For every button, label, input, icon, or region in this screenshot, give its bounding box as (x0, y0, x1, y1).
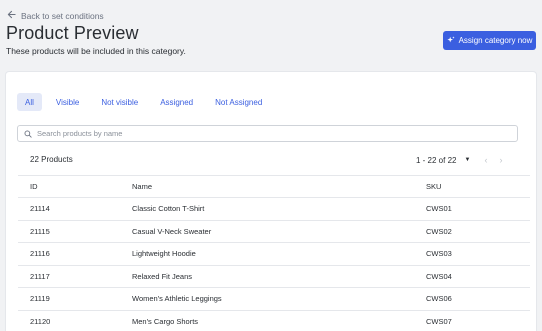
column-header-sku[interactable]: SKU (407, 175, 530, 198)
table-row[interactable]: 21119 Women's Athletic Leggings CWS06 (18, 287, 530, 311)
search-box (17, 125, 518, 142)
assign-category-button-label: Assign category now (458, 36, 533, 45)
cell-id: 21117 (18, 265, 114, 288)
page-subtitle: These products will be included in this … (6, 46, 186, 56)
products-table: ID Name SKU 21114 Classic Cotton T-Shirt… (18, 175, 530, 331)
back-to-set-conditions-link[interactable]: Back to set conditions (7, 10, 104, 21)
column-header-name[interactable]: Name (114, 175, 407, 198)
cell-sku: CWS07 (407, 310, 530, 331)
pagination: 1 - 22 of 22 ▼ ‹ › (416, 155, 502, 165)
page-range-select[interactable]: 1 - 22 of 22 (416, 156, 456, 165)
table-header-row: ID Name SKU (18, 175, 530, 198)
search-input[interactable] (37, 126, 517, 141)
tab-not-assigned[interactable]: Not Assigned (207, 93, 270, 111)
sparkle-icon (446, 35, 455, 46)
cell-id: 21114 (18, 197, 114, 221)
product-list-card: All Visible Not visible Assigned Not Ass… (6, 72, 536, 331)
cell-name: Casual V-Neck Sweater (114, 220, 407, 243)
table-row[interactable]: 21116 Lightweight Hoodie CWS03 (18, 242, 530, 266)
cell-name: Classic Cotton T-Shirt (114, 197, 407, 221)
chevron-right-icon[interactable]: › (499, 155, 502, 165)
tab-assigned[interactable]: Assigned (152, 93, 201, 111)
assign-category-button[interactable]: Assign category now (443, 31, 536, 50)
tab-visible[interactable]: Visible (48, 93, 87, 111)
cell-sku: CWS03 (407, 242, 530, 266)
cell-id: 21119 (18, 287, 114, 311)
column-header-id[interactable]: ID (18, 175, 114, 198)
cell-sku: CWS06 (407, 287, 530, 311)
chevron-left-icon[interactable]: ‹ (484, 155, 487, 165)
filter-tabs: All Visible Not visible Assigned Not Ass… (17, 93, 276, 111)
cell-name: Lightweight Hoodie (114, 242, 407, 266)
tab-not-visible[interactable]: Not visible (93, 93, 146, 111)
table-row[interactable]: 21115 Casual V-Neck Sweater CWS02 (18, 220, 530, 243)
cell-name: Relaxed Fit Jeans (114, 265, 407, 288)
table-row[interactable]: 21120 Men's Cargo Shorts CWS07 (18, 310, 530, 331)
search-icon (24, 125, 32, 143)
cell-sku: CWS04 (407, 265, 530, 288)
arrow-left-icon (7, 10, 16, 21)
back-link-label: Back to set conditions (21, 10, 104, 21)
cell-name: Men's Cargo Shorts (114, 310, 407, 331)
page-title: Product Preview (6, 23, 139, 43)
cell-id: 21120 (18, 310, 114, 331)
table-row[interactable]: 21114 Classic Cotton T-Shirt CWS01 (18, 197, 530, 221)
cell-name: Women's Athletic Leggings (114, 287, 407, 311)
cell-sku: CWS01 (407, 197, 530, 221)
cell-id: 21115 (18, 220, 114, 243)
cell-id: 21116 (18, 242, 114, 266)
product-preview-page: Back to set conditions Product Preview T… (0, 0, 542, 331)
cell-sku: CWS02 (407, 220, 530, 243)
caret-down-icon[interactable]: ▼ (464, 157, 470, 163)
product-count: 22 Products (30, 155, 73, 164)
tab-all[interactable]: All (17, 93, 42, 111)
table-row[interactable]: 21117 Relaxed Fit Jeans CWS04 (18, 265, 530, 288)
